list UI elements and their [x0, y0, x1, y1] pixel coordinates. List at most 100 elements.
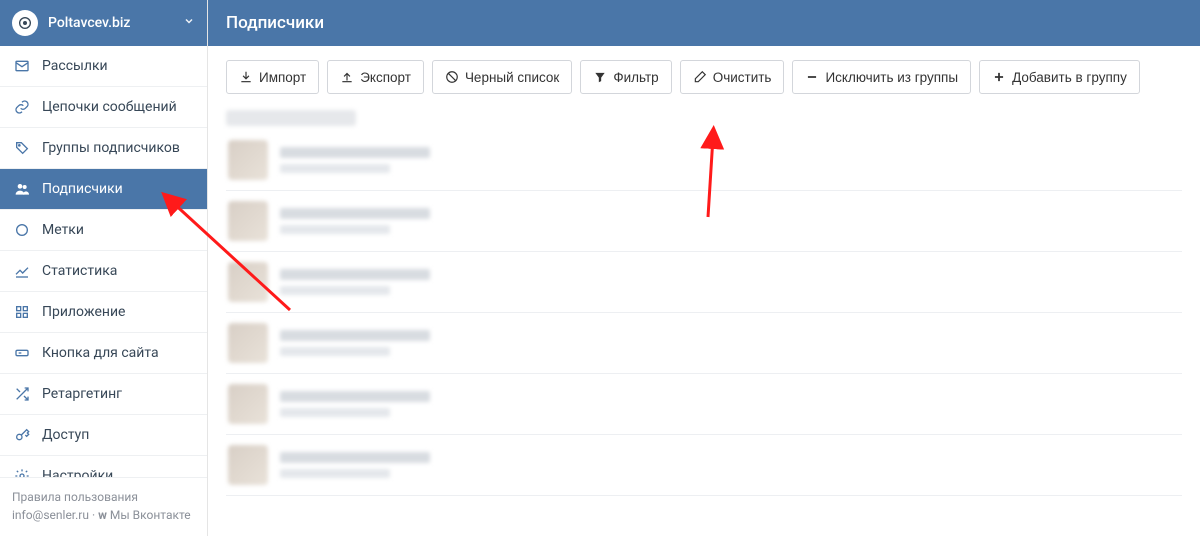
brand-avatar — [12, 10, 38, 36]
section-heading-blurred — [226, 110, 356, 126]
sidebar: Poltavcev.biz Рассылки Цепочки сообщений… — [0, 0, 208, 536]
blurred-name — [280, 391, 430, 402]
blurred-name — [280, 330, 430, 341]
vk-icon: w — [98, 508, 107, 522]
exclude-group-button[interactable]: Исключить из группы — [792, 60, 971, 94]
avatar — [228, 445, 268, 485]
import-button[interactable]: Импорт — [226, 60, 319, 94]
users-icon — [14, 181, 30, 197]
list-item-text — [280, 269, 430, 295]
clear-button[interactable]: Очистить — [680, 60, 785, 94]
blurred-name — [280, 147, 430, 158]
button-label: Импорт — [259, 70, 306, 85]
shuffle-icon — [14, 386, 30, 402]
blurred-name — [280, 452, 430, 463]
sidebar-item-retargeting[interactable]: Ретаргетинг — [0, 374, 207, 415]
blurred-subtitle — [280, 164, 390, 173]
nav: Рассылки Цепочки сообщений Группы подпис… — [0, 46, 207, 477]
filter-icon — [593, 70, 607, 84]
sidebar-item-subscribers[interactable]: Подписчики — [0, 169, 207, 210]
circle-icon — [14, 222, 30, 238]
page-title: Подписчики — [226, 13, 324, 33]
key-icon — [14, 427, 30, 443]
list-item-text — [280, 391, 430, 417]
export-button[interactable]: Экспорт — [327, 60, 424, 94]
sidebar-item-label: Рассылки — [42, 58, 108, 74]
list-item[interactable] — [226, 374, 1182, 435]
sidebar-item-label: Цепочки сообщений — [42, 99, 177, 115]
blurred-name — [280, 269, 430, 280]
chevron-down-icon — [183, 15, 195, 31]
sidebar-item-mailings[interactable]: Рассылки — [0, 46, 207, 87]
sidebar-item-groups[interactable]: Группы подписчиков — [0, 128, 207, 169]
blurred-subtitle — [280, 347, 390, 356]
sidebar-footer: Правила пользования info@senler.ru · w М… — [0, 477, 207, 536]
button-label: Фильтр — [613, 70, 658, 85]
link-icon — [14, 99, 30, 115]
blurred-name — [280, 208, 430, 219]
sidebar-item-tags[interactable]: Метки — [0, 210, 207, 251]
list-item[interactable] — [226, 130, 1182, 191]
topbar: Подписчики — [208, 0, 1200, 46]
content: Импорт Экспорт Черный список Фильтр Очис… — [208, 46, 1200, 536]
upload-icon — [340, 70, 354, 84]
ban-icon — [445, 70, 459, 84]
toolbar: Импорт Экспорт Черный список Фильтр Очис… — [226, 60, 1182, 94]
sidebar-item-label: Группы подписчиков — [42, 140, 180, 156]
gear-icon — [14, 468, 30, 477]
button-label: Добавить в группу — [1012, 70, 1127, 85]
list-item[interactable] — [226, 435, 1182, 496]
blurred-subtitle — [280, 408, 390, 417]
main: Подписчики Импорт Экспорт Черный список — [208, 0, 1200, 536]
sidebar-item-label: Ретаргетинг — [42, 386, 122, 402]
button-label: Очистить — [713, 70, 772, 85]
button-label: Исключить из группы — [825, 70, 958, 85]
sidebar-item-access[interactable]: Доступ — [0, 415, 207, 456]
sidebar-item-label: Приложение — [42, 304, 125, 320]
sidebar-item-site-button[interactable]: Кнопка для сайта — [0, 333, 207, 374]
sidebar-item-label: Подписчики — [42, 181, 123, 197]
avatar — [228, 201, 268, 241]
list-item-text — [280, 330, 430, 356]
sidebar-item-label: Настройки — [42, 468, 113, 477]
list-item-text — [280, 147, 430, 173]
add-group-button[interactable]: Добавить в группу — [979, 60, 1140, 94]
sidebar-item-label: Доступ — [42, 427, 89, 443]
brand-name: Poltavcev.biz — [48, 15, 173, 31]
footer-vk-link[interactable]: Мы Вконтакте — [110, 508, 191, 522]
button-label: Экспорт — [360, 70, 411, 85]
sidebar-item-chains[interactable]: Цепочки сообщений — [0, 87, 207, 128]
list-item[interactable] — [226, 313, 1182, 374]
grid-icon — [14, 304, 30, 320]
avatar — [228, 140, 268, 180]
chart-icon — [14, 263, 30, 279]
brand-switcher[interactable]: Poltavcev.biz — [0, 0, 207, 46]
button-icon — [14, 345, 30, 361]
filter-button[interactable]: Фильтр — [580, 60, 671, 94]
button-label: Черный список — [465, 70, 559, 85]
blurred-subtitle — [280, 469, 390, 478]
list-item-text — [280, 208, 430, 234]
avatar — [228, 323, 268, 363]
list-item[interactable] — [226, 252, 1182, 313]
footer-rules-link[interactable]: Правила пользования — [12, 490, 138, 504]
footer-email: info@senler.ru — [12, 508, 89, 522]
minus-icon — [805, 70, 819, 84]
blurred-subtitle — [280, 286, 390, 295]
sidebar-item-label: Метки — [42, 222, 84, 238]
list-item[interactable] — [226, 191, 1182, 252]
blurred-subtitle — [280, 225, 390, 234]
avatar — [228, 384, 268, 424]
tags-icon — [14, 140, 30, 156]
sidebar-item-settings[interactable]: Настройки — [0, 456, 207, 477]
plus-icon — [992, 70, 1006, 84]
sidebar-item-label: Кнопка для сайта — [42, 345, 159, 361]
eraser-icon — [693, 70, 707, 84]
sidebar-item-label: Статистика — [42, 263, 117, 279]
subscriber-list — [226, 130, 1182, 496]
download-icon — [239, 70, 253, 84]
mail-icon — [14, 58, 30, 74]
blacklist-button[interactable]: Черный список — [432, 60, 572, 94]
sidebar-item-stats[interactable]: Статистика — [0, 251, 207, 292]
sidebar-item-app[interactable]: Приложение — [0, 292, 207, 333]
